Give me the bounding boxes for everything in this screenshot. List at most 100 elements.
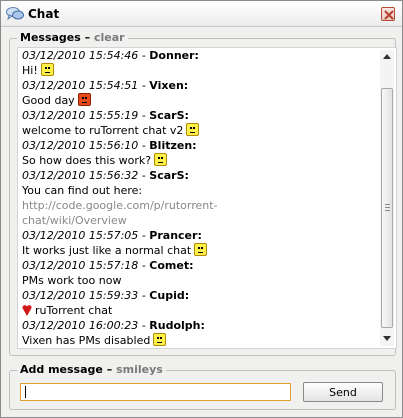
send-button[interactable]: Send: [303, 382, 383, 402]
message-body: It works just like a normal chat: [22, 243, 376, 258]
message-timestamp: 03/12/2010 15:57:05: [22, 229, 139, 242]
message-sender: Donner:: [149, 49, 199, 62]
message-text: You can find out here:: [22, 184, 143, 197]
add-message-group: Add message – smileys Send: [9, 363, 396, 410]
message-separator: -: [141, 169, 146, 182]
message-separator: -: [141, 319, 146, 332]
message-timestamp: 03/12/2010 15:54:51: [22, 79, 139, 92]
message-timestamp: 03/12/2010 15:54:46: [22, 49, 139, 62]
scroll-down-button[interactable]: [380, 332, 394, 346]
message-header: 03/12/2010 15:57:05 - Prancer:: [22, 228, 376, 243]
message-body: So how does this work?: [22, 153, 376, 168]
message-header: 03/12/2010 15:54:51 - Vixen:: [22, 78, 376, 93]
message-body: PMs work too now: [22, 273, 376, 288]
happy-smiley-icon: [186, 123, 200, 136]
message-timestamp: 03/12/2010 15:55:19: [22, 109, 139, 122]
message-text: ruTorrent chat: [35, 304, 113, 317]
message-header: 03/12/2010 15:59:33 - Cupid:: [22, 288, 376, 303]
close-button[interactable]: [381, 7, 395, 21]
message-separator: -: [141, 79, 146, 92]
message-header: 03/12/2010 15:57:18 - Comet:: [22, 258, 376, 273]
message-body: Good day: [22, 93, 376, 108]
message-timestamp: 03/12/2010 15:56:32: [22, 169, 139, 182]
message-timestamp: 03/12/2010 16:00:23: [22, 319, 139, 332]
message-header: 03/12/2010 15:56:32 - ScarS:: [22, 168, 376, 183]
message-body: welcome to ruTorrent chat v2: [22, 123, 376, 138]
surprised-smiley-icon: [154, 153, 168, 166]
message-item: 03/12/2010 15:55:19 - ScarS: welcome to r…: [22, 108, 376, 138]
happy-smiley-icon: [40, 63, 54, 76]
scroll-thumb[interactable]: [381, 88, 393, 328]
message-item: 03/12/2010 15:54:51 - Vixen: Good day: [22, 78, 376, 108]
window-title: Chat: [28, 7, 60, 21]
clear-link[interactable]: clear: [94, 31, 125, 44]
message-log[interactable]: 03/12/2010 15:54:46 - Donner: Hi! 03/12/20…: [17, 47, 397, 349]
message-scrollbar[interactable]: [380, 50, 394, 346]
message-text: It works just like a normal chat: [22, 244, 192, 257]
scroll-grip-icon: [385, 204, 390, 211]
scroll-up-button[interactable]: [380, 50, 394, 64]
message-sender: Vixen:: [149, 79, 189, 92]
message-item: 03/12/2010 15:59:33 - Cupid: ruTorrent ch…: [22, 288, 376, 318]
chat-bubbles-icon: [6, 7, 24, 21]
message-sender: Prancer:: [149, 229, 202, 242]
chat-window: Chat Messages – clear 03/12/2010 15:54:4…: [0, 0, 403, 418]
message-item: 03/12/2010 16:00:23 - Rudolph: Vixen has …: [22, 318, 376, 348]
message-text: PMs work too now: [22, 274, 122, 287]
message-timestamp: 03/12/2010 15:56:10: [22, 139, 139, 152]
message-item: 03/12/2010 15:57:18 - Comet: PMs work too…: [22, 258, 376, 288]
smileys-link[interactable]: smileys: [116, 363, 163, 376]
message-separator: -: [141, 109, 146, 122]
close-icon: [384, 10, 394, 20]
message-sender: Comet:: [149, 259, 194, 272]
message-body: ruTorrent chat: [22, 303, 376, 318]
message-item: 03/12/2010 15:56:10 - Blitzen: So how doe…: [22, 138, 376, 168]
happy-smiley-icon: [194, 243, 208, 256]
message-separator: -: [141, 259, 146, 272]
message-separator: -: [141, 139, 146, 152]
message-timestamp: 03/12/2010 15:57:18: [22, 259, 139, 272]
message-text: Good day: [22, 94, 75, 107]
message-text: So how does this work?: [22, 154, 152, 167]
message-body: Vixen has PMs disabled: [22, 333, 376, 348]
message-list: 03/12/2010 15:54:46 - Donner: Hi! 03/12/20…: [22, 48, 376, 349]
messages-legend-label: Messages: [20, 31, 81, 44]
angry-smiley-icon: [153, 333, 167, 346]
message-header: 03/12/2010 15:55:19 - ScarS:: [22, 108, 376, 123]
message-header: 03/12/2010 16:00:23 - Rudolph:: [22, 318, 376, 333]
message-link[interactable]: http://code.google.com/p/rutorrent-chat/…: [22, 199, 218, 227]
message-separator: -: [141, 289, 146, 302]
add-message-legend-label: Add message: [20, 363, 103, 376]
legend-separator: –: [106, 363, 113, 376]
message-input[interactable]: [20, 383, 291, 401]
titlebar: Chat: [1, 1, 402, 27]
heart-icon: [22, 305, 32, 316]
messages-legend: Messages – clear: [17, 31, 128, 44]
text-caret: [25, 386, 26, 398]
message-sender: Rudolph:: [149, 319, 205, 332]
message-separator: -: [141, 49, 146, 62]
message-timestamp: 03/12/2010 15:59:33: [22, 289, 139, 302]
message-sender: Blitzen:: [149, 139, 197, 152]
message-item: 03/12/2010 15:56:32 - ScarS: You can find…: [22, 168, 376, 228]
message-sender: ScarS:: [149, 109, 189, 122]
message-item: 03/12/2010 15:57:05 - Prancer: It works j…: [22, 228, 376, 258]
message-separator: -: [141, 229, 146, 242]
devil-smiley-icon: [77, 93, 91, 106]
message-header: 03/12/2010 16:00:39 - Vixen:: [22, 348, 376, 349]
arrow-up-icon: [383, 54, 391, 59]
message-sender: ScarS:: [149, 169, 189, 182]
message-header: 03/12/2010 15:54:46 - Donner:: [22, 48, 376, 63]
legend-separator: –: [84, 31, 91, 44]
message-item: 03/12/2010 15:54:46 - Donner: Hi!: [22, 48, 376, 78]
message-sender: Cupid:: [149, 289, 190, 302]
message-body: You can find out here: http://code.googl…: [22, 183, 322, 228]
message-text: welcome to ruTorrent chat v2: [22, 124, 184, 137]
add-message-legend: Add message – smileys: [17, 363, 166, 376]
arrow-down-icon: [383, 336, 391, 341]
message-item: 03/12/2010 16:00:39 - Vixen:So you won't…: [22, 348, 376, 349]
message-text: Vixen has PMs disabled: [22, 334, 151, 347]
message-text: Hi!: [22, 64, 38, 77]
messages-group: Messages – clear 03/12/2010 15:54:46 - D…: [9, 31, 397, 356]
message-body: Hi!: [22, 63, 376, 78]
